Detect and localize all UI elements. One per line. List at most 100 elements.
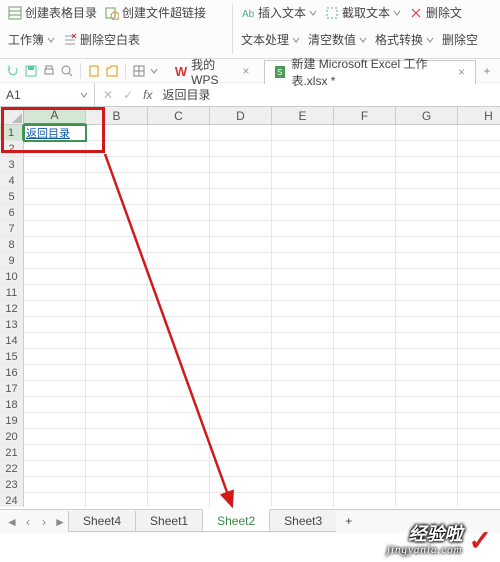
row-header[interactable]: 17: [0, 381, 24, 397]
sheet-tab-sheet4[interactable]: Sheet4: [68, 511, 136, 532]
cell[interactable]: [210, 141, 272, 157]
cell[interactable]: [458, 269, 500, 285]
cell[interactable]: [458, 205, 500, 221]
column-header[interactable]: F: [334, 107, 396, 125]
cell[interactable]: [334, 461, 396, 477]
cell[interactable]: [86, 477, 148, 493]
cell[interactable]: [86, 365, 148, 381]
cell[interactable]: [396, 253, 458, 269]
cell[interactable]: [210, 301, 272, 317]
row-header[interactable]: 1: [0, 125, 24, 141]
row-header[interactable]: 20: [0, 429, 24, 445]
cell[interactable]: [210, 477, 272, 493]
cell[interactable]: [272, 493, 334, 507]
cell[interactable]: [396, 461, 458, 477]
cell[interactable]: [396, 477, 458, 493]
cell[interactable]: [334, 333, 396, 349]
cell[interactable]: [458, 317, 500, 333]
cell[interactable]: [458, 141, 500, 157]
cell[interactable]: [272, 349, 334, 365]
create-file-hyperlink-button[interactable]: 创建文件超链接: [101, 0, 210, 25]
cell[interactable]: [272, 365, 334, 381]
cell[interactable]: [24, 253, 86, 269]
row-header[interactable]: 10: [0, 269, 24, 285]
cell[interactable]: [86, 285, 148, 301]
cell[interactable]: [334, 125, 396, 141]
cell[interactable]: [272, 381, 334, 397]
column-header[interactable]: A: [24, 107, 86, 125]
row-header[interactable]: 15: [0, 349, 24, 365]
cell[interactable]: [148, 397, 210, 413]
sheet-tab-sheet3[interactable]: Sheet3: [269, 511, 337, 532]
cell[interactable]: [458, 429, 500, 445]
cell[interactable]: 返回目录: [24, 125, 86, 141]
cell[interactable]: [24, 333, 86, 349]
row-header[interactable]: 21: [0, 445, 24, 461]
cell[interactable]: [148, 477, 210, 493]
cell[interactable]: [334, 157, 396, 173]
row-header[interactable]: 7: [0, 221, 24, 237]
cell[interactable]: [86, 205, 148, 221]
new-icon[interactable]: [87, 64, 101, 78]
cell[interactable]: [210, 221, 272, 237]
cell[interactable]: [396, 173, 458, 189]
cell[interactable]: [148, 189, 210, 205]
row-header[interactable]: 11: [0, 285, 24, 301]
cell[interactable]: [24, 221, 86, 237]
cell[interactable]: [334, 493, 396, 507]
cell[interactable]: [210, 269, 272, 285]
cell[interactable]: [86, 349, 148, 365]
cell[interactable]: [334, 397, 396, 413]
sheet-tab-sheet2[interactable]: Sheet2: [202, 509, 270, 532]
row-header[interactable]: 9: [0, 253, 24, 269]
cell[interactable]: [458, 285, 500, 301]
cell[interactable]: [86, 429, 148, 445]
cell[interactable]: [334, 221, 396, 237]
cell[interactable]: [272, 205, 334, 221]
cell[interactable]: [396, 125, 458, 141]
cell[interactable]: [24, 397, 86, 413]
cell[interactable]: [334, 349, 396, 365]
cell[interactable]: [24, 445, 86, 461]
select-all-corner[interactable]: [0, 107, 24, 125]
cell[interactable]: [334, 253, 396, 269]
cell[interactable]: [148, 285, 210, 301]
file-tab-excel[interactable]: S 新建 Microsoft Excel 工作表.xlsx * ×: [264, 60, 476, 84]
cell[interactable]: [458, 189, 500, 205]
format-convert-menu[interactable]: 格式转换: [371, 27, 438, 52]
delete-blank-menu[interactable]: 删除空: [438, 27, 482, 52]
name-box[interactable]: A1: [0, 83, 95, 106]
cell[interactable]: [334, 477, 396, 493]
cell[interactable]: [86, 173, 148, 189]
cell[interactable]: [396, 285, 458, 301]
cell[interactable]: [210, 429, 272, 445]
cell[interactable]: [210, 317, 272, 333]
capture-text-button[interactable]: 截取文本: [321, 0, 405, 25]
print-icon[interactable]: [42, 64, 56, 78]
cell[interactable]: [86, 301, 148, 317]
row-header[interactable]: 4: [0, 173, 24, 189]
cell[interactable]: [24, 317, 86, 333]
cell[interactable]: [148, 317, 210, 333]
column-header[interactable]: B: [86, 107, 148, 125]
cell[interactable]: [272, 333, 334, 349]
cell[interactable]: [396, 333, 458, 349]
pivot-icon[interactable]: [132, 64, 146, 78]
cell[interactable]: [24, 381, 86, 397]
insert-text-button[interactable]: Ab 插入文本: [237, 0, 321, 25]
cell[interactable]: [334, 317, 396, 333]
cell[interactable]: [24, 365, 86, 381]
cell[interactable]: [396, 445, 458, 461]
cell[interactable]: [148, 173, 210, 189]
cell[interactable]: [396, 237, 458, 253]
chevron-down-icon[interactable]: [150, 67, 158, 75]
row-header[interactable]: 22: [0, 461, 24, 477]
preview-icon[interactable]: [60, 64, 74, 78]
close-tab-icon[interactable]: ×: [456, 65, 467, 79]
cell[interactable]: [86, 157, 148, 173]
row-header[interactable]: 19: [0, 413, 24, 429]
cell[interactable]: [334, 381, 396, 397]
cell[interactable]: [148, 301, 210, 317]
cell[interactable]: [86, 125, 148, 141]
text-processing-menu[interactable]: 文本处理: [237, 27, 304, 52]
